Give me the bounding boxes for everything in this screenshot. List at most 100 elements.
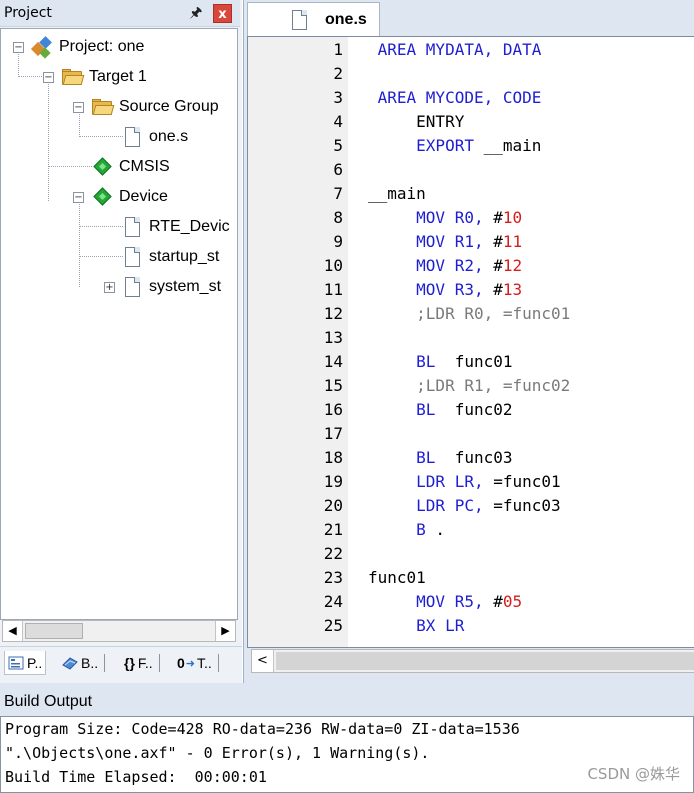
code-token: =func03 [483, 496, 561, 515]
tab-templates[interactable]: 0 ➜ T.. [177, 651, 219, 675]
scroll-right-arrow-icon[interactable]: ▶ [215, 621, 235, 641]
line-number: 17 [323, 424, 343, 443]
project-panel-header: Project 🖈 x [0, 0, 240, 27]
books-tab-icon [62, 657, 78, 670]
code-token: MOV R5, [368, 592, 484, 611]
code-token: # [483, 232, 503, 251]
editor-horizontal-scrollbar[interactable]: < [251, 649, 694, 673]
code-token: func02 [435, 400, 513, 419]
editor-area: one.s 1 2 3 4 5 6 7 8 9 10 11 12 13 14 15 16 17 18 19 20 21 2… [243, 0, 694, 683]
tree-item-source-group[interactable]: Source Group [91, 94, 219, 120]
expand-system-toggle[interactable]: + [104, 282, 115, 293]
collapse-project-toggle[interactable]: − [13, 42, 24, 53]
tab-project[interactable]: P.. [4, 651, 47, 675]
tab-label: P.. [27, 654, 43, 671]
project-icon [30, 36, 53, 59]
code-line: LDR PC, =func03 [368, 496, 561, 515]
line-number: 23 [323, 568, 343, 587]
scroll-left-arrow-icon[interactable]: ◀ [3, 621, 23, 641]
line-number: 16 [323, 400, 343, 419]
tree-item-system[interactable]: system_st [121, 274, 221, 300]
tree-item-file-one-s[interactable]: one.s [121, 124, 188, 150]
code-line: AREA MYCODE, CODE [368, 88, 542, 107]
code-line: MOV R2, #12 [368, 256, 522, 275]
tree-item-target[interactable]: Target 1 [61, 64, 147, 90]
code-line: __main [368, 184, 426, 203]
project-tree: − Project: one − Target 1 − Source Group… [0, 28, 238, 620]
tree-item-cmsis[interactable]: CMSIS [91, 154, 170, 180]
templates-tab-icon: 0 [177, 655, 185, 671]
code-token: . [425, 520, 446, 539]
code-token: 12 [502, 256, 523, 275]
tree-item-label: system_st [149, 278, 222, 295]
code-token: BX LR [368, 616, 465, 635]
code-token: ENTRY [368, 112, 465, 131]
code-token: BL [368, 448, 436, 467]
line-number: 24 [323, 592, 343, 611]
code-token: =func01 [483, 472, 561, 491]
code-token: B [368, 520, 426, 539]
code-token: ;LDR R1, =func02 [368, 376, 571, 395]
build-output-line: Build Time Elapsed: 00:00:01 [5, 768, 267, 786]
collapse-source-group-toggle[interactable]: − [73, 102, 84, 113]
collapse-target-toggle[interactable]: − [43, 72, 54, 83]
line-number: 4 [333, 112, 343, 131]
line-number: 21 [323, 520, 343, 539]
line-number: 10 [323, 256, 343, 275]
code-line: MOV R1, #11 [368, 232, 522, 251]
code-token: # [483, 256, 503, 275]
line-number: 2 [333, 64, 343, 83]
line-number: 15 [323, 376, 343, 395]
line-number: 18 [323, 448, 343, 467]
tree-item-label: Project: one [59, 38, 145, 55]
line-number: 3 [333, 88, 343, 107]
close-panel-button[interactable]: x [213, 4, 232, 23]
code-token: __main [473, 136, 542, 155]
tree-item-label: startup_st [149, 248, 220, 265]
project-tab-icon [8, 656, 24, 669]
watermark: CSDN @姝华 [587, 765, 680, 783]
line-number: 1 [333, 40, 343, 59]
code-line: BL func01 [368, 352, 513, 371]
code-token: MOV R3, [368, 280, 484, 299]
line-number: 9 [333, 232, 343, 251]
code-token: func01 [368, 568, 426, 587]
build-output-line: Program Size: Code=428 RO-data=236 RW-da… [5, 720, 520, 738]
tree-item-device[interactable]: Device [91, 184, 168, 210]
code-line: func01 [368, 568, 426, 587]
file-icon [121, 126, 143, 148]
scroll-left-arrow-icon[interactable]: < [252, 650, 274, 672]
code-line: LDR LR, =func01 [368, 472, 561, 491]
code-token: AREA MYCODE, CODE [368, 88, 542, 107]
collapse-device-toggle[interactable]: − [73, 192, 84, 203]
tree-item-project[interactable]: Project: one [30, 34, 145, 60]
code-line: EXPORT __main [368, 136, 541, 155]
pin-icon[interactable]: 🖈 [186, 3, 206, 23]
code-line: AREA MYDATA, DATA [368, 40, 542, 59]
scrollbar-thumb[interactable] [25, 623, 83, 639]
code-line: B . [368, 520, 445, 539]
tree-item-startup[interactable]: startup_st [121, 244, 219, 270]
tab-functions[interactable]: {} F.. [124, 651, 160, 675]
code-token: MOV R1, [368, 232, 484, 251]
scrollbar-thumb[interactable] [276, 652, 694, 670]
code-token: BL [368, 400, 436, 419]
code-line: BL func02 [368, 400, 513, 419]
tab-books[interactable]: B.. [62, 651, 106, 675]
code-token: func01 [435, 352, 513, 371]
editor-tab-label: one.s [325, 10, 367, 28]
code-editor[interactable]: 1 2 3 4 5 6 7 8 9 10 11 12 13 14 15 16 17 18 19 20 21 22 23 24 2… [247, 36, 694, 648]
code-token: AREA MYDATA, DATA [368, 40, 542, 59]
tree-item-label: Target 1 [89, 68, 147, 85]
line-number: 20 [323, 496, 343, 515]
tab-one-s[interactable]: one.s [247, 2, 380, 36]
tab-label: F.. [137, 655, 153, 671]
component-diamond-icon [91, 186, 113, 208]
tree-item-rte-device[interactable]: RTE_Devic [121, 214, 230, 240]
code-line: MOV R5, #05 [368, 592, 522, 611]
line-number: 13 [323, 328, 343, 347]
tree-horizontal-scrollbar[interactable]: ◀ ▶ [2, 620, 236, 642]
file-icon [121, 246, 143, 268]
functions-tab-icon: {} [124, 655, 135, 671]
target-folder-icon [61, 66, 85, 88]
